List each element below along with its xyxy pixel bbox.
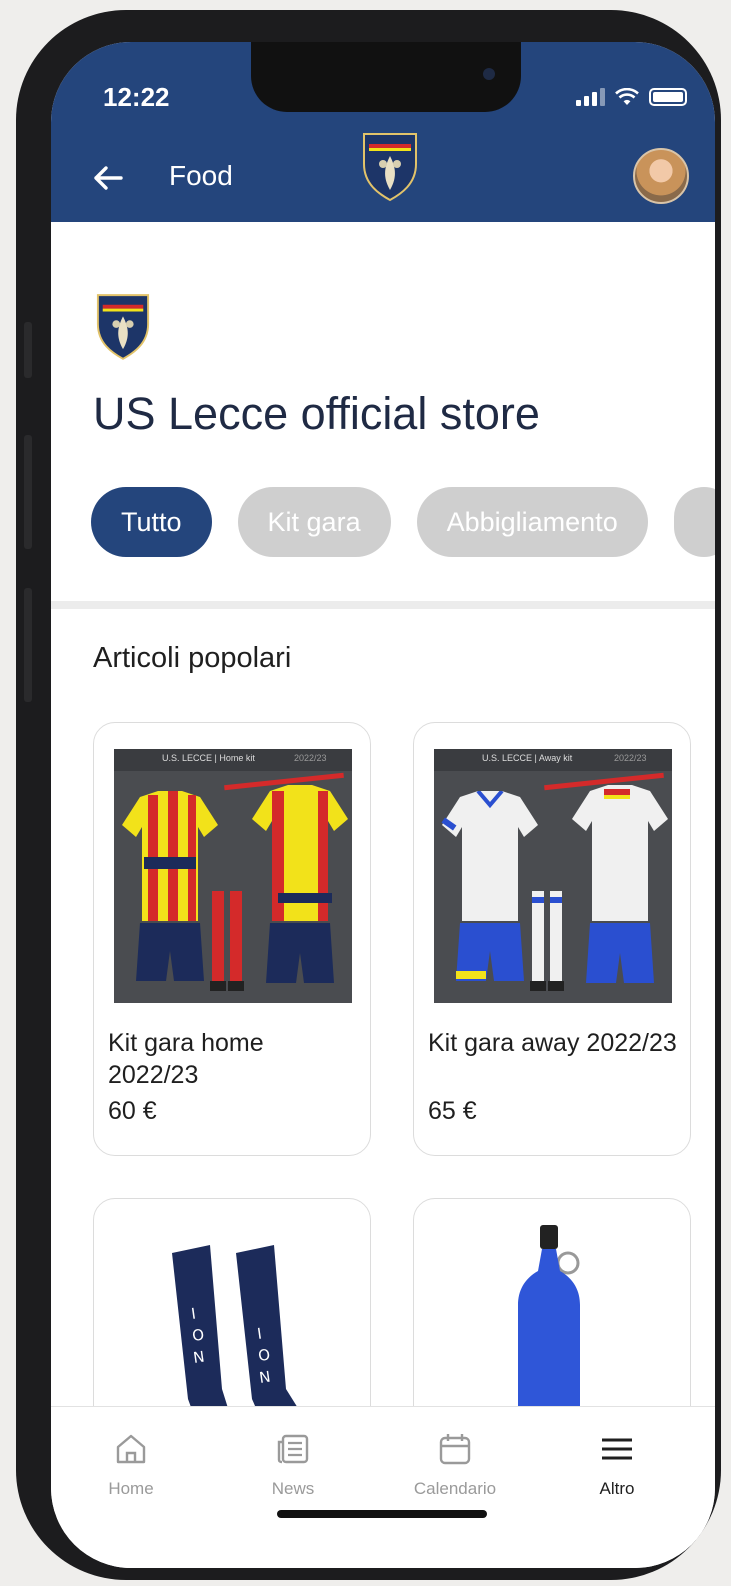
store-crest-logo xyxy=(96,294,150,360)
wifi-icon xyxy=(615,88,639,105)
product-price: 60 € xyxy=(108,1097,157,1125)
app-header: 12:22 Food xyxy=(51,42,715,222)
image-caption: U.S. LECCE | Away kit xyxy=(482,753,573,763)
away-socks xyxy=(530,891,564,991)
image-caption: U.S. LECCE | Home kit xyxy=(162,753,255,763)
news-icon xyxy=(277,1434,309,1464)
product-price: 65 € xyxy=(428,1097,477,1125)
store-title: US Lecce official store xyxy=(93,388,540,439)
nav-calendario-label: Calendario xyxy=(413,1479,497,1498)
nav-home-label: Home xyxy=(108,1479,154,1498)
nav-news[interactable]: News xyxy=(233,1429,353,1499)
notch xyxy=(251,42,521,112)
nav-altro[interactable]: Altro xyxy=(557,1429,677,1499)
product-card-home-kit[interactable]: U.S. LECCE | Home kit 2022/23 Kit gara h… xyxy=(93,722,371,1156)
signal-icon xyxy=(576,88,605,106)
header-title: Food xyxy=(169,160,233,191)
svg-text:O: O xyxy=(257,1345,271,1364)
away-jersey-front xyxy=(441,791,538,981)
away-jersey-back xyxy=(572,785,668,983)
nav-altro-label: Altro xyxy=(599,1479,635,1498)
battery-icon xyxy=(649,88,687,106)
chip-more[interactable] xyxy=(673,487,715,557)
menu-icon xyxy=(602,1438,632,1460)
chip-tutto[interactable]: Tutto xyxy=(91,487,212,557)
chip-abbigliamento[interactable]: Abbigliamento xyxy=(416,487,648,557)
status-time: 12:22 xyxy=(103,82,170,112)
home-jersey-back xyxy=(252,785,348,983)
mute-switch xyxy=(24,322,32,378)
image-season: 2022/23 xyxy=(614,753,647,763)
app-screen: 12:22 Food US Lecce official store Tutto… xyxy=(51,42,715,1568)
section-divider xyxy=(51,601,715,609)
volume-up-button xyxy=(24,435,32,549)
product-name: Kit gara home 2022/23 xyxy=(108,1029,264,1089)
chip-kit-gara[interactable]: Kit gara xyxy=(237,487,391,557)
home-indicator xyxy=(277,1510,487,1518)
camera xyxy=(483,68,495,80)
product-card-away-kit[interactable]: U.S. LECCE | Away kit 2022/23 Kit gara a… xyxy=(413,722,691,1156)
phone-frame: 12:22 Food US Lecce official store Tutto… xyxy=(16,10,721,1580)
home-icon xyxy=(116,1434,146,1464)
nav-home[interactable]: Home xyxy=(71,1429,191,1499)
bottom-navigation: Home News Calendario Altro xyxy=(51,1406,715,1568)
club-crest-logo xyxy=(363,133,417,202)
product-name: Kit gara away 2022/23 xyxy=(428,1029,677,1057)
status-icons xyxy=(576,88,687,106)
nav-news-label: News xyxy=(271,1479,315,1498)
user-avatar[interactable] xyxy=(633,148,689,204)
product-image-away-kit: U.S. LECCE | Away kit 2022/23 xyxy=(434,749,672,1003)
calendar-icon xyxy=(439,1434,471,1465)
home-socks xyxy=(210,891,244,991)
section-title: Articoli popolari xyxy=(93,642,292,674)
back-arrow-icon[interactable] xyxy=(91,158,131,198)
product-image-home-kit: U.S. LECCE | Home kit 2022/23 xyxy=(114,749,352,1003)
home-jersey-front xyxy=(122,791,218,981)
volume-down-button xyxy=(24,588,32,702)
category-chips: Tutto Kit gara Abbigliamento xyxy=(91,487,715,557)
image-season: 2022/23 xyxy=(294,753,327,763)
nav-calendario[interactable]: Calendario xyxy=(395,1429,515,1499)
svg-text:O: O xyxy=(191,1325,205,1344)
